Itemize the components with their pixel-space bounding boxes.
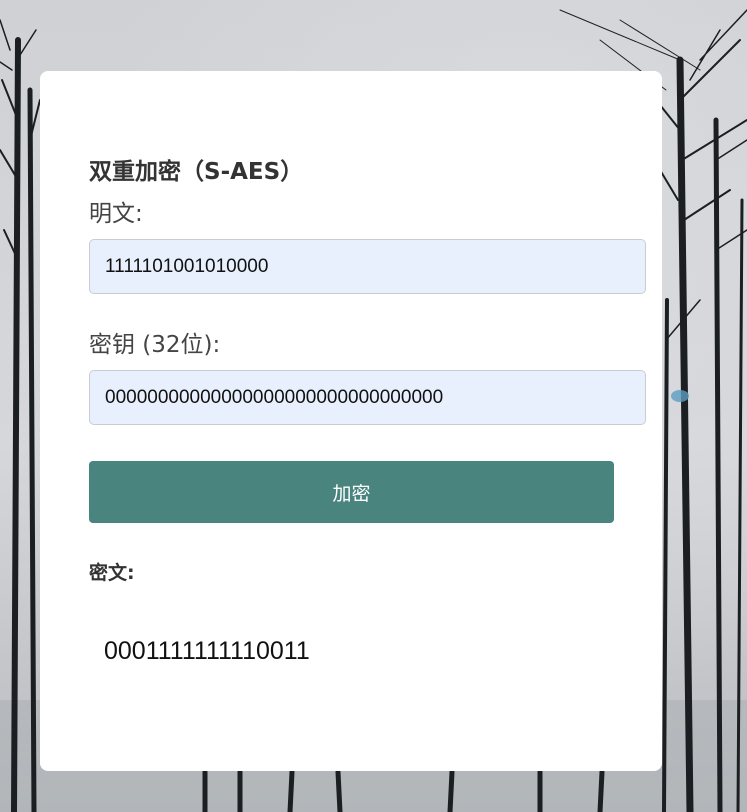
plaintext-label: 明文:: [89, 201, 143, 227]
plaintext-input[interactable]: [89, 239, 646, 294]
form-title: 双重加密（S-AES）: [89, 159, 304, 185]
encryption-card: 双重加密（S-AES） 明文: 密钥 (32位): 加密 密文: 0001111…: [40, 71, 662, 771]
ciphertext-label: 密文:: [89, 562, 135, 584]
ciphertext-output: 0001111111110011: [104, 637, 310, 665]
key-label: 密钥 (32位):: [89, 332, 221, 358]
key-input[interactable]: [89, 370, 646, 425]
encrypt-button[interactable]: 加密: [89, 461, 614, 523]
